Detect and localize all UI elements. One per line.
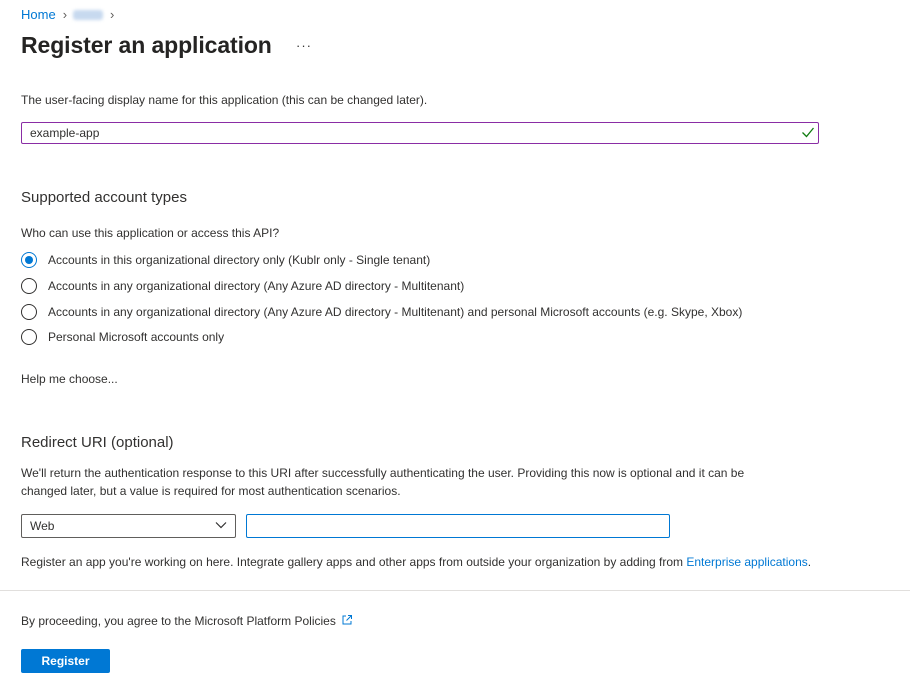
more-options-icon[interactable]: ··· (296, 38, 312, 53)
display-name-input[interactable] (21, 122, 819, 144)
footer-divider (0, 590, 910, 591)
radio-option-label: Accounts in any organizational directory… (48, 305, 743, 319)
info-text-end: . (807, 555, 812, 569)
radio-option-multitenant[interactable]: Accounts in any organizational directory… (21, 278, 464, 294)
redirect-uri-heading: Redirect URI (optional) (21, 434, 174, 451)
display-name-label: The user-facing display name for this ap… (21, 93, 428, 107)
breadcrumb: Home › › (21, 7, 120, 22)
external-link-icon (342, 615, 352, 625)
chevron-down-icon (215, 522, 227, 529)
radio-button[interactable] (21, 304, 37, 320)
register-button[interactable]: Register (21, 649, 110, 673)
account-types-heading: Supported account types (21, 189, 187, 206)
checkmark-icon (802, 127, 815, 138)
platform-select[interactable]: Web (21, 514, 236, 538)
radio-option-personal-only[interactable]: Personal Microsoft accounts only (21, 329, 224, 345)
radio-button[interactable] (21, 252, 37, 268)
info-text-body: Register an app you're working on here. … (21, 555, 687, 569)
redirect-description-line: changed later, but a value is required f… (21, 484, 401, 498)
radio-button[interactable] (21, 329, 37, 345)
account-types-question: Who can use this application or access t… (21, 226, 280, 240)
chevron-right-icon: › (62, 7, 68, 22)
enterprise-applications-link[interactable]: Enterprise applications (686, 555, 807, 569)
help-me-choose-link[interactable]: Help me choose... (21, 372, 118, 386)
breadcrumb-redacted-item[interactable] (73, 9, 104, 20)
radio-button[interactable] (21, 278, 37, 294)
platform-policies-link[interactable]: By proceeding, you agree to the Microsof… (21, 614, 353, 628)
page-title: Register an application (21, 32, 272, 58)
redirect-description-line: We'll return the authentication response… (21, 466, 745, 480)
chevron-right-icon: › (110, 7, 115, 22)
platform-select-value: Web (30, 519, 55, 533)
breadcrumb-home-link[interactable]: Home (21, 7, 56, 22)
radio-option-label: Accounts in any organizational directory… (48, 279, 465, 293)
radio-option-multitenant-personal[interactable]: Accounts in any organizational directory… (21, 304, 742, 320)
redirect-uri-input[interactable] (246, 514, 670, 538)
redirect-uri-description: We'll return the authentication response… (21, 464, 881, 500)
radio-option-label: Accounts in this organizational director… (48, 253, 431, 267)
radio-option-label: Personal Microsoft accounts only (48, 330, 225, 344)
platform-policies-label: By proceeding, you agree to the Microsof… (21, 614, 336, 628)
radio-option-single-tenant[interactable]: Accounts in this organizational director… (21, 252, 430, 268)
info-text: Register an app you're working on here. … (21, 555, 811, 569)
